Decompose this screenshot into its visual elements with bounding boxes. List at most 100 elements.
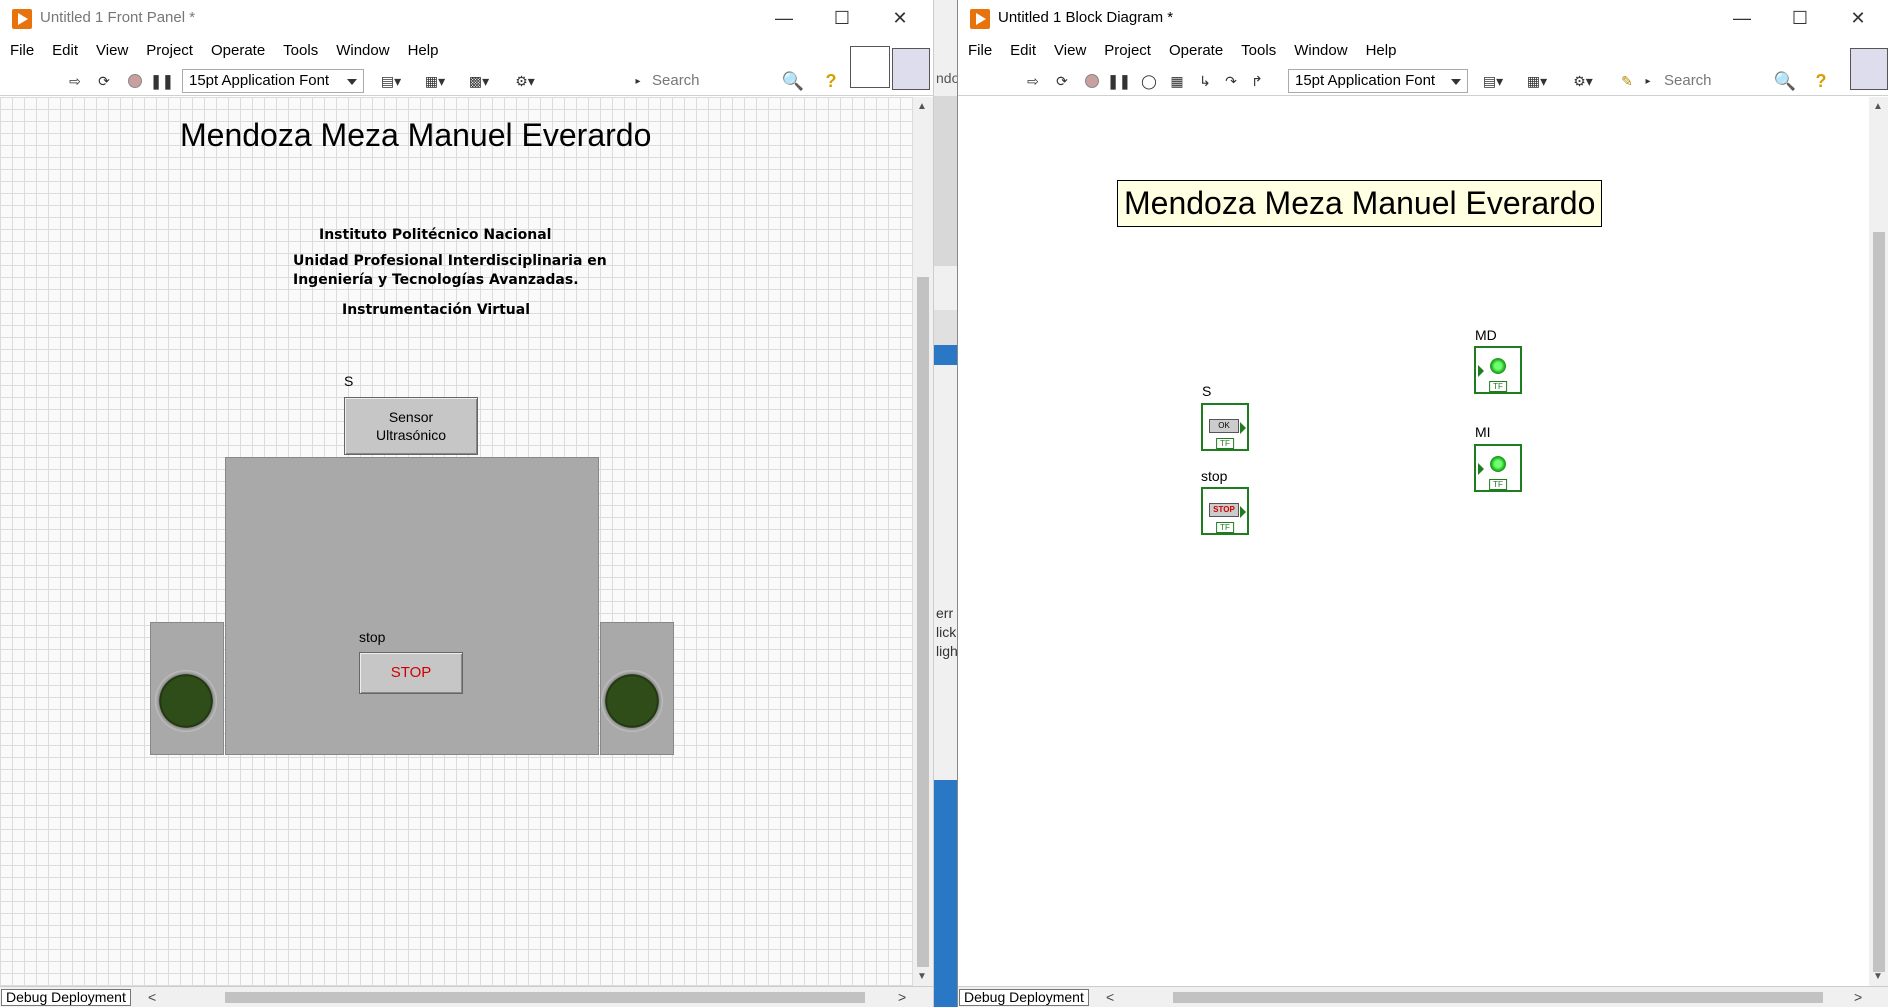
align-objects-icon[interactable]: ▤▾ [1478,70,1508,92]
vi-icon[interactable] [1850,48,1888,90]
scroll-left-icon[interactable]: < [148,989,156,1005]
abort-icon[interactable] [1081,70,1103,92]
maximize-button[interactable]: ☐ [1771,0,1829,36]
scroll-up-icon[interactable]: ▲ [1873,101,1883,112]
menu-tools[interactable]: Tools [283,42,318,59]
block-diagram-status-bar: Debug Deployment < > [958,986,1888,1007]
stop-button-glyph: STOP [1209,503,1239,517]
run-arrow-icon[interactable]: ⇨ [1022,70,1044,92]
menu-file[interactable]: File [10,42,34,59]
stop-terminal-label: stop [1201,468,1228,484]
reorder-icon[interactable]: ⚙▾ [1568,70,1598,92]
scroll-right-icon[interactable]: > [898,989,906,1005]
scroll-left-icon[interactable]: < [1106,989,1114,1005]
search-icon[interactable]: 🔍 [782,70,804,92]
font-select-value: 15pt Application Font [189,72,330,89]
retain-wire-values-icon[interactable]: ▦ [1166,70,1188,92]
distribute-objects-icon[interactable]: ▦▾ [1522,70,1552,92]
block-diagram-vertical-scrollbar[interactable]: ▲ ▼ [1869,97,1888,986]
search-expand-icon[interactable]: ▸ [1642,70,1654,92]
block-diagram-titlebar[interactable]: Untitled 1 Block Diagram * — ☐ ✕ [958,0,1888,36]
help-icon[interactable]: ? [1810,70,1832,92]
horizontal-scroll-thumb[interactable] [1173,992,1823,1003]
input-arrow-icon [1478,365,1484,377]
strip-error-line1: err [936,605,954,621]
run-arrow-icon[interactable]: ⇨ [64,70,86,92]
front-panel-canvas[interactable]: Mendoza Meza Manuel Everardo Instituto P… [0,97,913,986]
close-button[interactable]: ✕ [871,0,929,36]
mi-indicator-terminal[interactable]: TF [1474,444,1522,492]
green-led-icon [1490,358,1506,374]
menu-help[interactable]: Help [1366,42,1397,59]
md-terminal-label: MD [1475,327,1497,343]
stop-control-terminal[interactable]: STOP TF [1201,487,1249,535]
menu-window[interactable]: Window [336,42,389,59]
font-select[interactable]: 15pt Application Font [182,69,364,93]
run-continuously-icon[interactable]: ⟳ [93,70,115,92]
search-input[interactable]: Search [1658,69,1758,93]
minimize-button[interactable]: — [1713,0,1771,36]
step-out-icon[interactable]: ↱ [1246,70,1268,92]
minimize-button[interactable]: — [755,0,813,36]
md-indicator-terminal[interactable]: TF [1474,346,1522,394]
search-icon[interactable]: 🔍 [1774,70,1796,92]
abort-icon[interactable] [124,70,146,92]
scroll-down-icon[interactable]: ▼ [1873,971,1883,982]
scroll-down-icon[interactable]: ▼ [917,971,927,982]
scroll-right-icon[interactable]: > [1854,989,1862,1005]
font-select[interactable]: 15pt Application Font [1288,69,1468,93]
debug-deployment-tab[interactable]: Debug Deployment [1,989,131,1006]
menu-project[interactable]: Project [146,42,193,59]
front-panel-toolbar: ⇨ ⟳ ❚❚ 15pt Application Font ▤▾ ▦▾ ▩▾ ⚙▾… [0,64,933,96]
debug-deployment-tab[interactable]: Debug Deployment [959,989,1089,1006]
vertical-scroll-thumb[interactable] [917,277,929,967]
maximize-button[interactable]: ☐ [813,0,871,36]
pause-icon[interactable]: ❚❚ [150,70,173,92]
stop-button[interactable]: STOP [359,652,463,694]
step-into-icon[interactable]: ↳ [1194,70,1216,92]
menu-edit[interactable]: Edit [1010,42,1036,59]
close-button[interactable]: ✕ [1829,0,1887,36]
align-objects-icon[interactable]: ▤▾ [376,70,406,92]
vi-icon[interactable] [892,48,930,90]
horizontal-scroll-thumb[interactable] [225,992,865,1003]
menu-tools[interactable]: Tools [1241,42,1276,59]
output-arrow-icon [1240,422,1246,434]
clean-up-diagram-icon[interactable]: ✎ [1614,70,1640,92]
front-panel-vertical-scrollbar[interactable]: ▲ ▼ [913,97,933,986]
sensor-button-line2: Ultrasónico [375,427,447,443]
search-input[interactable]: Search [646,69,776,93]
menu-view[interactable]: View [1054,42,1086,59]
search-expand-icon[interactable]: ▸ [632,70,644,92]
front-panel-titlebar[interactable]: Untitled 1 Front Panel * — ☐ ✕ [0,0,933,36]
menu-window[interactable]: Window [1294,42,1347,59]
menu-file[interactable]: File [968,42,992,59]
menu-operate[interactable]: Operate [1169,42,1223,59]
menu-edit[interactable]: Edit [52,42,78,59]
s-control-terminal[interactable]: OK TF [1201,403,1249,451]
tf-tag: TF [1216,522,1234,533]
vertical-scroll-thumb[interactable] [1873,232,1885,972]
tf-tag: TF [1489,381,1507,392]
menu-operate[interactable]: Operate [211,42,265,59]
mi-led-indicator [155,670,217,732]
step-over-icon[interactable]: ↷ [1220,70,1242,92]
menu-help[interactable]: Help [408,42,439,59]
background-window-strip: ndo err lick ligh [933,0,957,1007]
input-arrow-icon [1478,463,1484,475]
connector-pane-icon[interactable] [850,46,890,88]
pause-icon[interactable]: ❚❚ [1107,70,1130,92]
help-icon[interactable]: ? [820,70,842,92]
menu-view[interactable]: View [96,42,128,59]
highlight-execution-icon[interactable]: ◯ [1138,70,1160,92]
scroll-up-icon[interactable]: ▲ [917,101,927,112]
menu-project[interactable]: Project [1104,42,1151,59]
labview-app-icon [970,9,990,29]
sensor-button[interactable]: Sensor Ultrasónico [344,397,478,455]
run-continuously-icon[interactable]: ⟳ [1051,70,1073,92]
distribute-objects-icon[interactable]: ▦▾ [420,70,450,92]
reorder-icon[interactable]: ⚙▾ [510,70,540,92]
resize-objects-icon[interactable]: ▩▾ [464,70,494,92]
free-label-comment[interactable]: Mendoza Meza Manuel Everardo [1117,180,1603,227]
block-diagram-canvas[interactable]: Mendoza Meza Manuel Everardo S OK TF sto… [958,97,1869,986]
